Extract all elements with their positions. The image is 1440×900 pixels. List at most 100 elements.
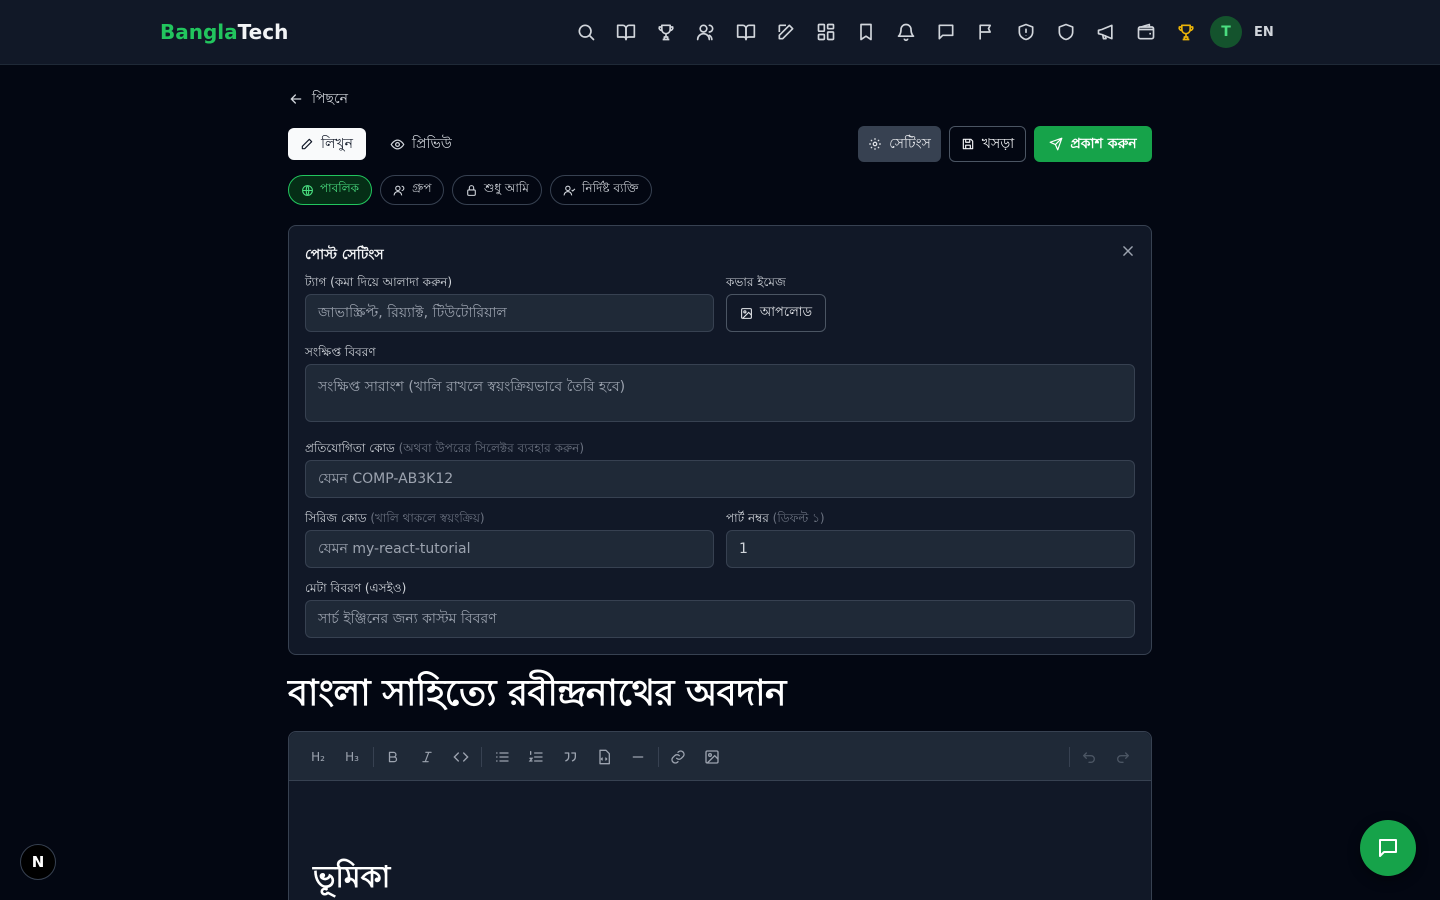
content-heading: ভূমিকা xyxy=(313,860,391,895)
edit-icon[interactable] xyxy=(766,12,806,52)
user-avatar[interactable]: T xyxy=(1210,16,1242,48)
shield-alert-icon[interactable] xyxy=(1006,12,1046,52)
visibility-specific-label: নির্দিষ্ট ব্যক্তি xyxy=(582,181,639,195)
back-link[interactable]: পিছনে xyxy=(288,88,348,110)
post-settings-panel: পোস্ট সেটিংস ট্যাগ (কমা দিয়ে আলাদা করুন… xyxy=(288,225,1152,655)
undo-icon[interactable] xyxy=(1076,744,1102,770)
eye-icon xyxy=(390,138,405,150)
settings-button[interactable]: সেটিংস xyxy=(858,126,941,162)
bell-icon[interactable] xyxy=(886,12,926,52)
summary-textarea[interactable]: সংক্ষিপ্ত সারাংশ (খালি রাখলে স্বয়ংক্রিয… xyxy=(305,364,1135,422)
series-hint: (খালি থাকলে স্বয়ংক্রিয়) xyxy=(370,511,485,525)
trophy-icon[interactable] xyxy=(646,12,686,52)
link-icon[interactable] xyxy=(665,744,691,770)
horizontal-rule-icon[interactable] xyxy=(625,744,651,770)
competition-label-text: প্রতিযোগিতা কোড xyxy=(305,441,395,455)
trophy-gold-icon[interactable] xyxy=(1166,12,1206,52)
editor-content[interactable]: ভূমিকা xyxy=(289,781,1151,900)
pencil-icon xyxy=(301,138,313,150)
panel-title: পোস্ট সেটিংস xyxy=(305,247,384,263)
gear-icon xyxy=(869,138,881,150)
post-title-input[interactable]: বাংলা সাহিত্যে রবীন্দ্রনাথের অবদান xyxy=(288,672,787,716)
competition-code-label: প্রতিযোগিতা কোড (অথবা উপরের সিলেক্টর ব্য… xyxy=(305,440,584,456)
draft-label: খসড়া xyxy=(981,136,1015,152)
series-code-label: সিরিজ কোড (খালি থাকলে স্বয়ংক্রিয়) xyxy=(305,510,485,526)
book-icon[interactable] xyxy=(726,12,766,52)
save-draft-button[interactable]: খসড়া xyxy=(949,126,1026,162)
users-icon[interactable] xyxy=(686,12,726,52)
cover-image-label: কভার ইমেজ xyxy=(726,275,786,289)
part-hint: (ডিফল্ট ১) xyxy=(772,511,825,525)
visibility-only-me-label: শুধু আমি xyxy=(484,181,529,195)
close-icon[interactable] xyxy=(1121,244,1135,258)
tab-write-label: লিখুন xyxy=(321,136,353,152)
publish-button[interactable]: প্রকাশ করুন xyxy=(1034,126,1152,162)
tags-label: ট্যাগ (কমা দিয়ে আলাদা করুন) xyxy=(305,275,453,289)
competition-code-input[interactable]: যেমন COMP-AB3K12 xyxy=(305,460,1135,498)
shield-icon[interactable] xyxy=(1046,12,1086,52)
meta-description-label: মেটা বিবরণ (এসইও) xyxy=(305,581,407,595)
dev-tools-badge[interactable]: N xyxy=(20,844,56,880)
heading3-button[interactable]: H₃ xyxy=(339,744,365,770)
users-icon xyxy=(393,185,405,195)
part-label-text: পার্ট নম্বর xyxy=(726,511,769,525)
toolbar-divider xyxy=(481,747,482,767)
bold-icon[interactable] xyxy=(380,744,406,770)
code-icon[interactable] xyxy=(448,744,474,770)
bookmark-icon[interactable] xyxy=(846,12,886,52)
image-icon[interactable] xyxy=(699,744,725,770)
tab-preview[interactable]: প্রিভিউ xyxy=(378,128,464,160)
redo-icon[interactable] xyxy=(1110,744,1136,770)
message-icon[interactable] xyxy=(926,12,966,52)
part-number-input[interactable]: 1 xyxy=(726,530,1135,568)
series-code-input[interactable]: যেমন my-react-tutorial xyxy=(305,530,714,568)
upload-cover-button[interactable]: আপলোড xyxy=(726,294,826,332)
book-open-icon[interactable] xyxy=(606,12,646,52)
grid-icon[interactable] xyxy=(806,12,846,52)
wallet-icon[interactable] xyxy=(1126,12,1166,52)
toolbar-divider xyxy=(373,747,374,767)
italic-icon[interactable] xyxy=(414,744,440,770)
series-label-text: সিরিজ কোড xyxy=(305,511,367,525)
upload-label: আপলোড xyxy=(759,304,813,320)
brand-part2: Tech xyxy=(237,20,289,44)
code-block-icon[interactable] xyxy=(591,744,617,770)
search-icon[interactable] xyxy=(566,12,606,52)
editor-toolbar: H₂ H₃ xyxy=(289,732,1151,781)
visibility-group-label: গ্রুপ xyxy=(412,181,432,195)
rich-text-editor: H₂ H₃ ভূমিকা xyxy=(288,731,1152,900)
visibility-only-me-chip[interactable]: শুধু আমি xyxy=(452,175,542,205)
language-toggle[interactable]: EN xyxy=(1254,25,1274,40)
summary-label: সংক্ষিপ্ত বিবরণ xyxy=(305,345,376,359)
visibility-group-chip[interactable]: গ্রুপ xyxy=(380,175,445,205)
tags-input[interactable]: জাভাস্ক্রিপ্ট, রিয়্যাক্ট, টিউটোরিয়াল xyxy=(305,294,714,332)
visibility-public-chip[interactable]: পাবলিক xyxy=(288,175,373,205)
brand-logo[interactable]: BanglaTech xyxy=(160,19,288,45)
toolbar-divider xyxy=(658,747,659,767)
globe-icon xyxy=(302,184,313,196)
heading2-button[interactable]: H₂ xyxy=(305,744,331,770)
tab-preview-label: প্রিভিউ xyxy=(412,136,452,152)
flag-icon[interactable] xyxy=(966,12,1006,52)
send-icon xyxy=(1049,137,1063,151)
top-navbar: BanglaTech T EN xyxy=(0,0,1440,65)
meta-description-input[interactable]: সার্চ ইঞ্জিনের জন্য কাস্টম বিবরণ xyxy=(305,600,1135,638)
megaphone-icon[interactable] xyxy=(1086,12,1126,52)
toolbar-divider xyxy=(1069,747,1070,767)
visibility-public-label: পাবলিক xyxy=(320,181,360,195)
image-icon xyxy=(740,307,752,319)
numbered-list-icon[interactable] xyxy=(523,744,549,770)
publish-label: প্রকাশ করুন xyxy=(1070,136,1137,152)
brand-part1: Bangla xyxy=(160,20,238,44)
bullet-list-icon[interactable] xyxy=(489,744,515,770)
user-check-icon xyxy=(563,185,576,195)
chat-button[interactable] xyxy=(1360,820,1416,876)
lock-icon xyxy=(467,184,476,196)
quote-icon[interactable] xyxy=(557,744,583,770)
chat-icon xyxy=(1379,839,1397,857)
arrow-left-icon xyxy=(290,94,302,104)
visibility-specific-chip[interactable]: নির্দিষ্ট ব্যক্তি xyxy=(550,175,652,205)
back-label: পিছনে xyxy=(312,91,348,107)
tab-write[interactable]: লিখুন xyxy=(288,128,366,160)
save-icon xyxy=(962,138,973,150)
